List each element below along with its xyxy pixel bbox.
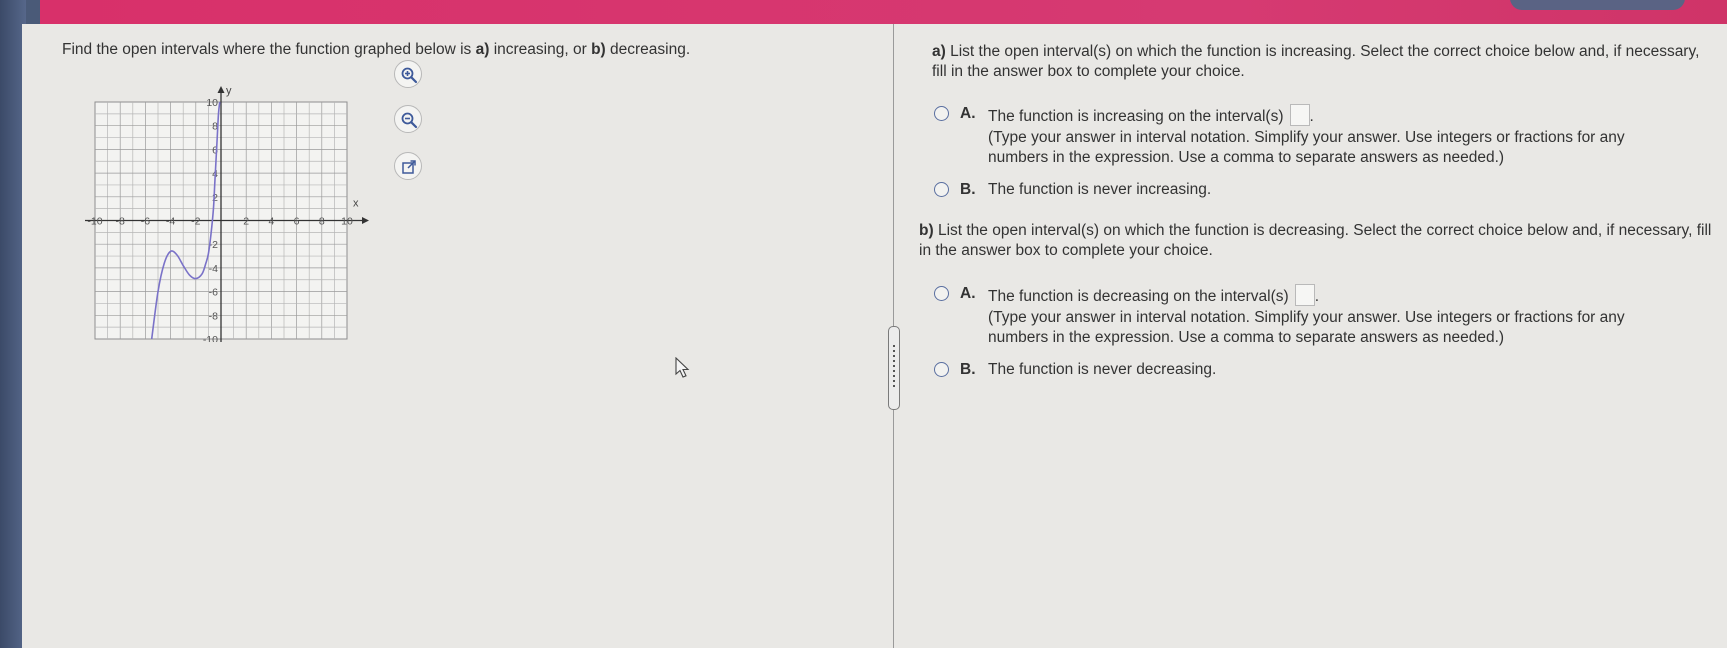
x-tick-label: 10 xyxy=(341,216,353,228)
x-axis-label: x xyxy=(353,198,359,210)
increasing-answer-hint: (Type your answer in interval notation. … xyxy=(988,129,1625,166)
question-panel: Find the open intervals where the functi… xyxy=(22,24,1727,648)
zoom-out-icon xyxy=(401,112,418,129)
x-tick-label: -8 xyxy=(116,216,125,228)
decreasing-choice-a-label: The function is decreasing on the interv… xyxy=(988,284,1319,307)
y-tick-label: 10 xyxy=(206,97,218,109)
popout-icon xyxy=(402,160,416,174)
zoom-in-icon xyxy=(401,67,418,84)
y-tick-label: -10 xyxy=(203,334,218,342)
decreasing-choice-a-text: The function is decreasing on the interv… xyxy=(988,288,1289,305)
header-pill-button[interactable] xyxy=(1510,0,1685,10)
x-tick-label: 4 xyxy=(268,216,274,228)
increasing-choice-b-letter: B. xyxy=(960,181,976,198)
x-tick-label: -6 xyxy=(141,216,150,228)
y-axis-arrow xyxy=(217,86,225,93)
mouse-cursor-icon xyxy=(675,357,690,378)
increasing-answer-box[interactable] xyxy=(1289,104,1310,126)
y-axis-label: y xyxy=(226,85,232,97)
question-pane: Find the open intervals where the functi… xyxy=(22,24,892,648)
x-tick-label: 8 xyxy=(319,216,325,228)
header-bar xyxy=(40,0,1727,26)
part-b-prompt-text: List the open interval(s) on which the f… xyxy=(919,222,1712,259)
question-part-b-letter: b) xyxy=(591,41,606,58)
part-b-prompt: b) List the open interval(s) on which th… xyxy=(919,221,1714,261)
question-text: Find the open intervals where the functi… xyxy=(62,40,690,60)
increasing-choice-a-letter: A. xyxy=(960,105,976,122)
decreasing-choice-b-letter: B. xyxy=(960,361,976,378)
x-tick-label: 6 xyxy=(294,216,300,228)
question-text-middle: increasing, or xyxy=(489,41,592,58)
decreasing-choice-b-radio[interactable] xyxy=(934,362,949,377)
x-tick-label: -10 xyxy=(87,216,102,228)
part-b-label: b) xyxy=(919,222,934,239)
decreasing-choice-a-letter: A. xyxy=(960,285,976,302)
part-a-prompt: a) List the open interval(s) on which th… xyxy=(932,42,1712,82)
question-part-a-letter: a) xyxy=(475,41,490,58)
increasing-choice-b-text: The function is never increasing. xyxy=(988,181,1212,198)
question-text-start: Find the open intervals where the functi… xyxy=(62,41,476,58)
function-graph: -10 -8 -6 -4 -2 2 4 6 8 10108642-2-4-6-8-10 x y xyxy=(85,85,369,342)
increasing-choice-a-text: The function is increasing on the interv… xyxy=(988,108,1284,125)
y-tick-label: -6 xyxy=(209,287,218,299)
zoom-in-button[interactable] xyxy=(394,60,422,88)
answer-pane: a) List the open interval(s) on which th… xyxy=(894,24,1727,648)
increasing-choice-b-radio[interactable] xyxy=(934,182,949,197)
decreasing-choice-b-text: The function is never decreasing. xyxy=(988,361,1217,378)
decreasing-answer-box[interactable] xyxy=(1294,284,1315,306)
x-tick-label: -2 xyxy=(191,216,200,228)
x-tick-label: 2 xyxy=(243,216,249,228)
zoom-out-button[interactable] xyxy=(394,105,422,133)
decreasing-answer-hint: (Type your answer in interval notation. … xyxy=(988,309,1625,346)
increasing-choice-a-radio[interactable] xyxy=(934,106,949,121)
part-a-label: a) xyxy=(932,43,946,60)
question-text-end: decreasing. xyxy=(605,41,691,58)
y-tick-label: 2 xyxy=(212,192,218,204)
x-tick-label: -4 xyxy=(166,216,175,228)
y-tick-label: -4 xyxy=(209,263,218,275)
popout-button[interactable] xyxy=(394,152,422,180)
x-axis-arrow xyxy=(362,217,369,224)
decreasing-choice-a-radio[interactable] xyxy=(934,286,949,301)
part-a-prompt-text: List the open interval(s) on which the f… xyxy=(932,43,1700,80)
y-tick-label: -8 xyxy=(209,310,218,322)
increasing-choice-a-label: The function is increasing on the interv… xyxy=(988,104,1314,127)
